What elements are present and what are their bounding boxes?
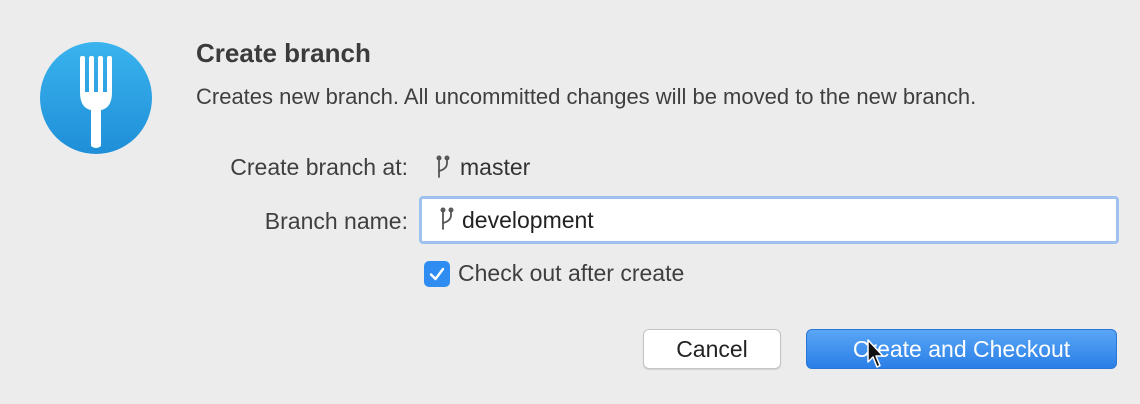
checkout-after-create-checkbox[interactable] [424,260,450,287]
create-branch-at-label: Create branch at: [230,154,408,180]
checkout-after-create-option[interactable]: Check out after create [424,260,684,287]
base-branch-name: master [460,154,531,180]
checkmark-icon [429,267,445,280]
mouse-cursor-icon [867,339,884,368]
dialog-title: Create branch [196,38,371,68]
create-branch-at-value: master [434,154,530,181]
branch-icon [440,207,454,230]
branch-icon [436,154,450,178]
create-and-checkout-button[interactable]: Create and Checkout [806,329,1117,369]
checkout-after-create-label: Check out after create [458,260,685,286]
fork-icon [40,42,152,154]
dialog-subtitle: Creates new branch. All uncommitted chan… [196,84,977,109]
create-branch-dialog: Create branch Creates new branch. All un… [0,0,1140,404]
branch-name-label: Branch name: [264,208,408,234]
cancel-button[interactable]: Cancel [643,329,781,369]
branch-name-input[interactable] [462,206,1062,234]
branch-name-field[interactable] [419,196,1119,244]
